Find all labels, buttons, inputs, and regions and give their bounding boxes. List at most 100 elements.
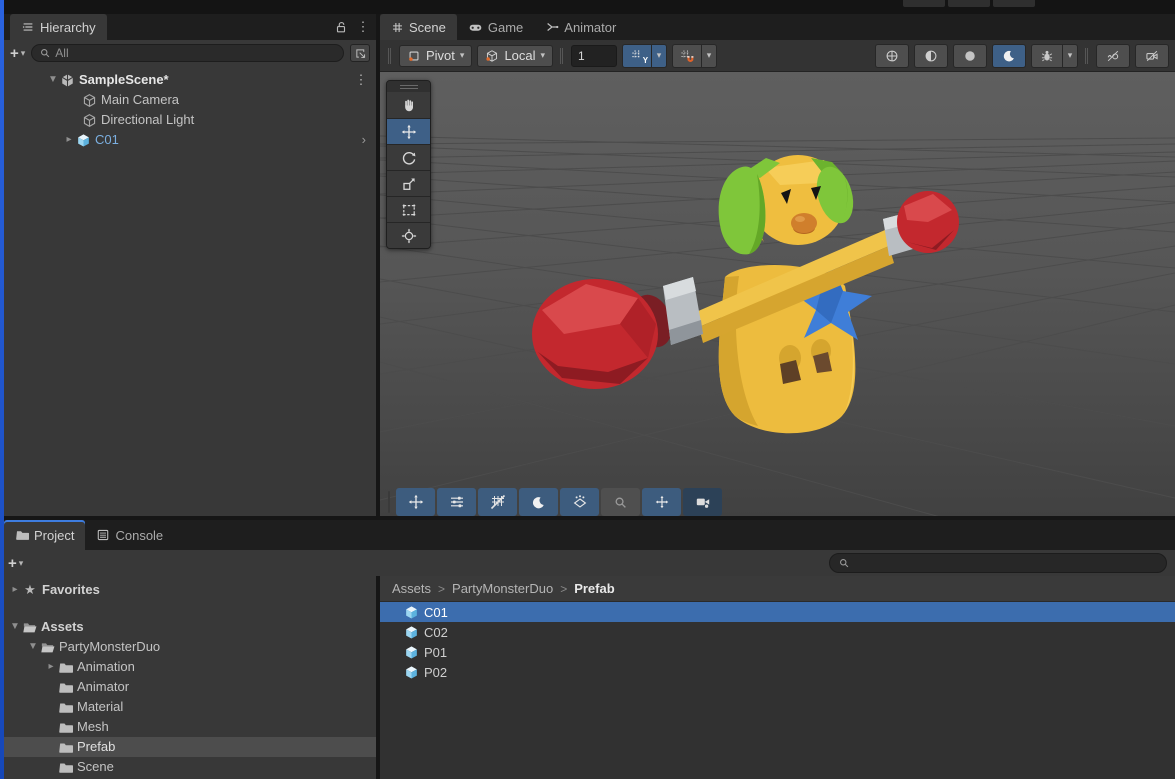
rect-tool-button[interactable] xyxy=(387,196,430,222)
tree-animation[interactable]: ▸ Animation xyxy=(0,657,376,677)
tree-material[interactable]: Material xyxy=(0,697,376,717)
play-button-stub[interactable] xyxy=(903,0,945,7)
scene-lighting-button[interactable] xyxy=(992,44,1026,68)
tools-overlay xyxy=(386,80,431,249)
gameobject-icon xyxy=(82,113,97,128)
eye-off-icon xyxy=(1106,49,1120,63)
hierarchy-tree: ▼ SampleScene* ⋮ Main Camera Directional… xyxy=(4,66,376,150)
lighting-toggle-button[interactable] xyxy=(953,44,987,68)
file-c01[interactable]: C01 xyxy=(380,602,1175,622)
folder-label: PartyMonsterDuo xyxy=(59,637,160,657)
hierarchy-item-main-camera[interactable]: Main Camera xyxy=(4,90,376,110)
scale-tool-button[interactable] xyxy=(387,170,430,196)
tree-mesh[interactable]: Mesh xyxy=(0,717,376,737)
character-c01 xyxy=(532,155,959,433)
hierarchy-panel: Hierarchy ⋮ + ▾ ▼ SampleScene* ⋮ Ma xyxy=(4,14,376,516)
overlay-grid-snap-button[interactable] xyxy=(478,488,517,516)
tab-hierarchy[interactable]: Hierarchy xyxy=(10,14,107,40)
tab-game[interactable]: Game xyxy=(457,14,534,40)
tab-console[interactable]: Console xyxy=(85,520,174,550)
rotate-icon xyxy=(401,150,417,166)
project-add-button[interactable]: + ▾ xyxy=(8,555,23,572)
hierarchy-item-directional-light[interactable]: Directional Light xyxy=(4,110,376,130)
step-button-stub[interactable] xyxy=(993,0,1035,7)
grid-visibility-dropdown[interactable]: ▾ xyxy=(652,44,667,68)
tree-favorites[interactable]: ▸ ★ Favorites xyxy=(0,580,376,600)
hierarchy-add-button[interactable]: + ▾ xyxy=(10,45,25,62)
tree-partymonsterduo[interactable]: ▼ PartyMonsterDuo xyxy=(0,637,376,657)
handle-rotation-dropdown[interactable]: Local ▾ xyxy=(477,45,553,67)
draw-mode-button[interactable] xyxy=(875,44,909,68)
hierarchy-menu-icon[interactable]: ⋮ xyxy=(356,19,370,35)
transform-tool-button[interactable] xyxy=(387,222,430,248)
plus-icon: + xyxy=(10,45,19,62)
scene-menu-icon[interactable]: ⋮ xyxy=(354,70,368,90)
file-p02[interactable]: P02 xyxy=(380,662,1175,682)
console-icon xyxy=(96,528,110,542)
scene-render xyxy=(380,72,1175,517)
rotate-tool-button[interactable] xyxy=(387,144,430,170)
overlay-search-button[interactable] xyxy=(601,488,640,516)
tree-scene[interactable]: Scene xyxy=(0,757,376,777)
scene-visibility-button[interactable] xyxy=(1096,44,1130,68)
breadcrumb-assets[interactable]: Assets xyxy=(392,581,431,596)
hierarchy-tab-label: Hierarchy xyxy=(40,20,96,35)
pivot-mode-dropdown[interactable]: Pivot ▾ xyxy=(399,45,472,67)
file-p01[interactable]: P01 xyxy=(380,642,1175,662)
item-label: Directional Light xyxy=(101,110,194,130)
tab-animator[interactable]: Animator xyxy=(534,14,627,40)
hand-tool-button[interactable] xyxy=(387,92,430,118)
toolbar-separator xyxy=(560,48,561,64)
file-c02[interactable]: C02 xyxy=(380,622,1175,642)
overlay-effects-button[interactable] xyxy=(560,488,599,516)
snap-toggle-button[interactable] xyxy=(672,44,702,68)
project-search-input[interactable] xyxy=(855,556,1158,570)
camera-settings-button[interactable] xyxy=(1135,44,1169,68)
overlay-drag-handle[interactable] xyxy=(387,81,430,92)
move-tool-button[interactable] xyxy=(387,118,430,144)
effects-debug-button[interactable] xyxy=(1031,44,1063,68)
tab-project[interactable]: Project xyxy=(4,520,85,550)
grid-size-field[interactable] xyxy=(571,45,617,67)
hierarchy-item-c01[interactable]: ▸ C01 › xyxy=(4,130,376,150)
scene-row[interactable]: ▼ SampleScene* ⋮ xyxy=(4,70,376,90)
folder-icon xyxy=(58,740,73,755)
grid-axis-label: Y xyxy=(643,56,648,65)
pause-button-stub[interactable] xyxy=(948,0,990,7)
foldout-open-icon[interactable]: ▼ xyxy=(26,637,40,657)
scene-viewport[interactable] xyxy=(380,72,1175,517)
overlay-camera-button[interactable] xyxy=(683,488,722,516)
foldout-closed-icon[interactable]: ▸ xyxy=(44,657,58,677)
hierarchy-search-input[interactable] xyxy=(55,46,336,60)
breadcrumb-prefab[interactable]: Prefab xyxy=(574,581,614,596)
folder-icon xyxy=(58,680,73,695)
prefab-open-chevron[interactable]: › xyxy=(362,130,366,150)
overlay-tool-settings-button[interactable] xyxy=(437,488,476,516)
foldout-closed-icon[interactable]: ▸ xyxy=(8,580,22,600)
2d-mode-button[interactable] xyxy=(914,44,948,68)
snap-increment-dropdown[interactable]: ▾ xyxy=(702,44,717,68)
lock-icon[interactable] xyxy=(334,20,348,34)
prefab-cube-icon xyxy=(76,133,91,148)
toolbar-separator xyxy=(1085,48,1086,64)
hierarchy-pick-button[interactable] xyxy=(350,44,370,62)
overlay-view-options-button[interactable] xyxy=(519,488,558,516)
foldout-open-icon[interactable]: ▼ xyxy=(8,617,22,637)
tree-prefab[interactable]: Prefab xyxy=(0,737,376,757)
breadcrumb-separator: > xyxy=(438,582,445,596)
grid-visibility-button[interactable]: Y xyxy=(622,44,652,68)
top-toolbar-strip xyxy=(0,0,1175,14)
tree-animator[interactable]: Animator xyxy=(0,677,376,697)
project-file-pane: Assets > PartyMonsterDuo > Prefab C01 C0… xyxy=(380,576,1175,779)
overlay-tools-button[interactable] xyxy=(396,488,435,516)
overlay-orientation-button[interactable] xyxy=(642,488,681,516)
folder-label: Mesh xyxy=(77,717,109,737)
tab-scene[interactable]: Scene xyxy=(380,14,457,40)
tree-assets[interactable]: ▼ Assets xyxy=(0,617,376,637)
breadcrumb-partymonsterduo[interactable]: PartyMonsterDuo xyxy=(452,581,553,596)
foldout-closed-icon[interactable]: ▸ xyxy=(62,130,76,150)
move-icon xyxy=(408,494,424,510)
effects-dropdown[interactable]: ▾ xyxy=(1063,44,1078,68)
foldout-open-icon[interactable]: ▼ xyxy=(46,70,60,90)
folder-icon xyxy=(58,720,73,735)
